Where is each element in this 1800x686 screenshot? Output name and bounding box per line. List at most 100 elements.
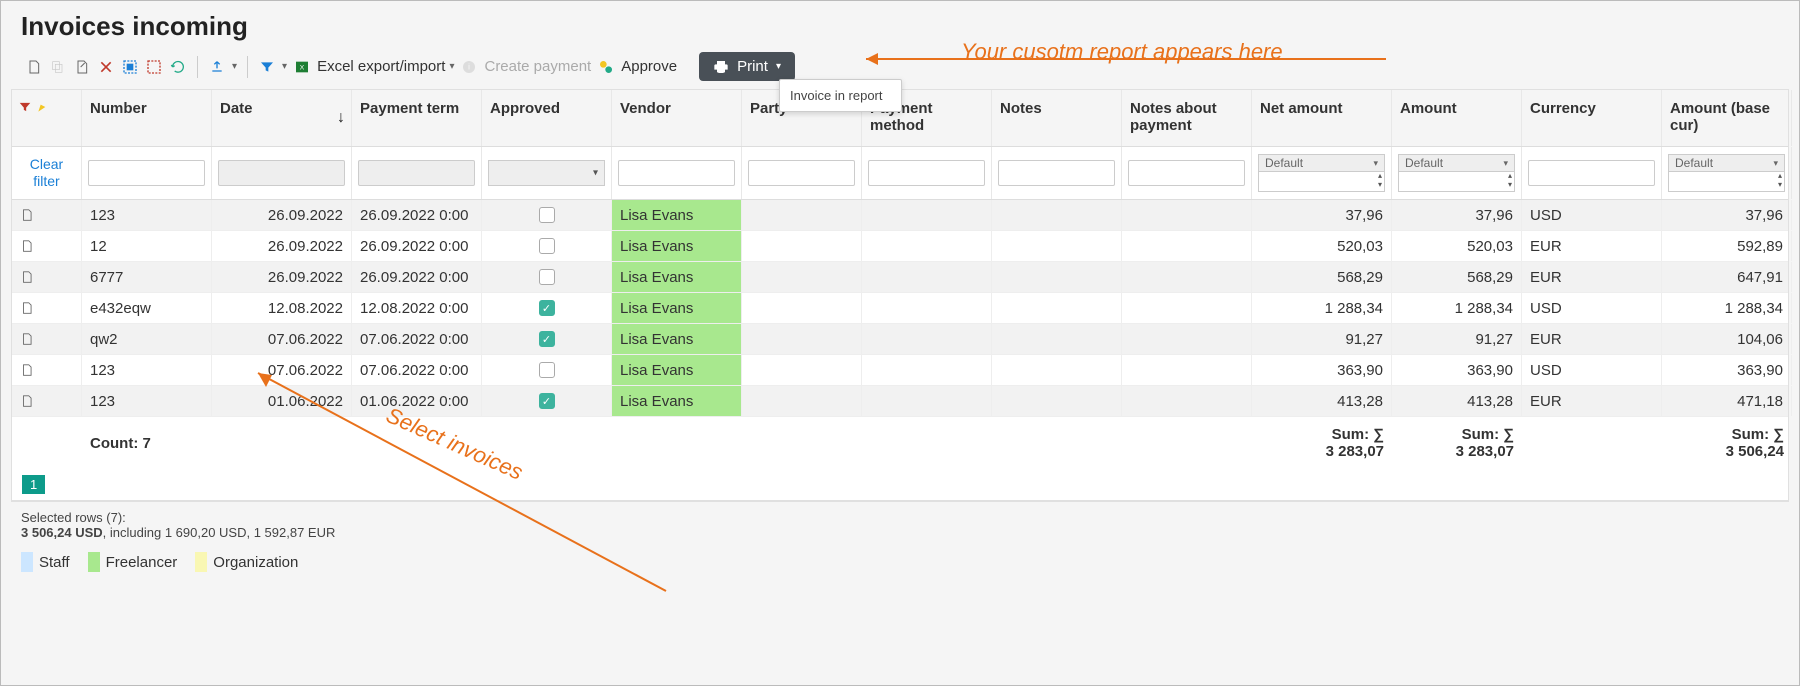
table-row[interactable]: 677726.09.202226.09.2022 0:00Lisa Evans5… <box>12 262 1788 293</box>
cell-approved[interactable] <box>482 262 612 292</box>
status-total: 3 506,24 USD <box>21 525 103 540</box>
separator <box>197 56 198 78</box>
cell-number: 123 <box>82 200 212 230</box>
col-net-amount[interactable]: Net amount <box>1252 90 1392 146</box>
filter-currency[interactable] <box>1528 160 1655 186</box>
col-amount-base[interactable]: Amount (base cur) <box>1662 90 1792 146</box>
swatch-org <box>195 552 207 572</box>
excel-export-button[interactable]: Excel export/import ▾ <box>317 58 454 75</box>
cell-vendor: Lisa Evans <box>612 324 742 354</box>
cell-amt: 363,90 <box>1392 355 1522 385</box>
filter-number[interactable] <box>88 160 205 186</box>
cell-amt: 1 288,34 <box>1392 293 1522 323</box>
totals-row: Count: 7 Sum: ∑3 283,07 Sum: ∑3 283,07 S… <box>12 417 1788 469</box>
col-notes-payment[interactable]: Notes about payment <box>1122 90 1252 146</box>
cell-net: 413,28 <box>1252 386 1392 416</box>
cell-approved[interactable]: ✓ <box>482 293 612 323</box>
create-payment-button: Create payment <box>484 58 591 75</box>
row-edit-icon[interactable] <box>12 355 82 385</box>
cell-approved[interactable]: ✓ <box>482 324 612 354</box>
filter-notes[interactable] <box>998 160 1115 186</box>
table-row[interactable]: 1226.09.202226.09.2022 0:00Lisa Evans520… <box>12 231 1788 262</box>
filter-payment-method[interactable] <box>868 160 985 186</box>
table-row[interactable]: 12301.06.202201.06.2022 0:00✓Lisa Evans4… <box>12 386 1788 417</box>
filter-icon[interactable] <box>258 58 276 76</box>
edit-icon[interactable] <box>73 58 91 76</box>
col-number[interactable]: Number <box>82 90 212 146</box>
cell-notes <box>992 200 1122 230</box>
print-menu-item[interactable]: Invoice in report <box>779 79 902 112</box>
cell-pay-method <box>862 262 992 292</box>
filter-approved[interactable] <box>488 160 605 186</box>
cell-date: 07.06.2022 <box>212 324 352 354</box>
approve-button[interactable]: Approve <box>621 58 677 75</box>
cell-approved[interactable] <box>482 231 612 261</box>
cell-amt: 568,29 <box>1392 262 1522 292</box>
col-vendor[interactable]: Vendor <box>612 90 742 146</box>
row-edit-icon[interactable] <box>12 293 82 323</box>
filter-amount[interactable]: Default <box>1398 154 1515 192</box>
caret-down-icon[interactable]: ▾ <box>232 61 237 72</box>
filter-vendor[interactable] <box>618 160 735 186</box>
row-edit-icon[interactable] <box>12 200 82 230</box>
excel-icon[interactable]: X <box>293 58 311 76</box>
cell-approved[interactable]: ✓ <box>482 386 612 416</box>
row-edit-icon[interactable] <box>12 262 82 292</box>
cell-vendor: Lisa Evans <box>612 262 742 292</box>
table-row[interactable]: 12326.09.202226.09.2022 0:00Lisa Evans37… <box>12 200 1788 231</box>
col-currency[interactable]: Currency <box>1522 90 1662 146</box>
cell-base: 37,96 <box>1662 200 1792 230</box>
page-current[interactable]: 1 <box>22 475 45 494</box>
cell-approved[interactable] <box>482 355 612 385</box>
print-label: Print <box>737 58 768 75</box>
col-payment-term[interactable]: Payment term <box>352 90 482 146</box>
page-title: Invoices incoming <box>1 1 1799 48</box>
cell-approved[interactable] <box>482 200 612 230</box>
table-row[interactable]: 12307.06.202207.06.2022 0:00Lisa Evans36… <box>12 355 1788 386</box>
row-edit-icon[interactable] <box>12 324 82 354</box>
select-all-icon[interactable] <box>121 58 139 76</box>
cell-cur: EUR <box>1522 386 1662 416</box>
filter-net-amount[interactable]: Default <box>1258 154 1385 192</box>
cell-cur: USD <box>1522 293 1662 323</box>
filter-party[interactable] <box>748 160 855 186</box>
deselect-icon[interactable] <box>145 58 163 76</box>
filter-payment-term[interactable] <box>358 160 475 186</box>
export-icon[interactable] <box>208 58 226 76</box>
col-notes[interactable]: Notes <box>992 90 1122 146</box>
cell-party <box>742 262 862 292</box>
status-breakdown: , including 1 690,20 USD, 1 592,87 EUR <box>103 525 336 540</box>
filter-notes-payment[interactable] <box>1128 160 1245 186</box>
cell-party <box>742 231 862 261</box>
caret-down-icon[interactable]: ▾ <box>282 61 287 72</box>
cell-pay-method <box>862 355 992 385</box>
refresh-icon[interactable] <box>169 58 187 76</box>
filter-amount-base[interactable]: Default <box>1668 154 1785 192</box>
print-button[interactable]: Print ▾ <box>699 52 795 81</box>
filter-date[interactable] <box>218 160 345 186</box>
clear-filter-button[interactable]: Clear filter <box>18 156 75 190</box>
row-edit-icon[interactable] <box>12 231 82 261</box>
col-approved[interactable]: Approved <box>482 90 612 146</box>
copy-icon[interactable] <box>49 58 67 76</box>
filter-column-icon[interactable] <box>18 100 32 118</box>
settings-column-icon[interactable] <box>36 100 50 118</box>
cell-notes-payment <box>1122 386 1252 416</box>
col-amount[interactable]: Amount <box>1392 90 1522 146</box>
cell-notes-payment <box>1122 231 1252 261</box>
delete-icon[interactable] <box>97 58 115 76</box>
cell-date: 26.09.2022 <box>212 231 352 261</box>
table-row[interactable]: e432eqw12.08.202212.08.2022 0:00✓Lisa Ev… <box>12 293 1788 324</box>
cell-notes-payment <box>1122 324 1252 354</box>
cell-term: 26.09.2022 0:00 <box>352 200 482 230</box>
cell-net: 520,03 <box>1252 231 1392 261</box>
cell-cur: EUR <box>1522 324 1662 354</box>
cell-vendor: Lisa Evans <box>612 231 742 261</box>
cell-pay-method <box>862 200 992 230</box>
col-date[interactable]: Date <box>212 90 352 146</box>
new-icon[interactable] <box>25 58 43 76</box>
approve-icon[interactable] <box>597 58 615 76</box>
row-edit-icon[interactable] <box>12 386 82 416</box>
table-row[interactable]: qw207.06.202207.06.2022 0:00✓Lisa Evans9… <box>12 324 1788 355</box>
cell-party <box>742 324 862 354</box>
